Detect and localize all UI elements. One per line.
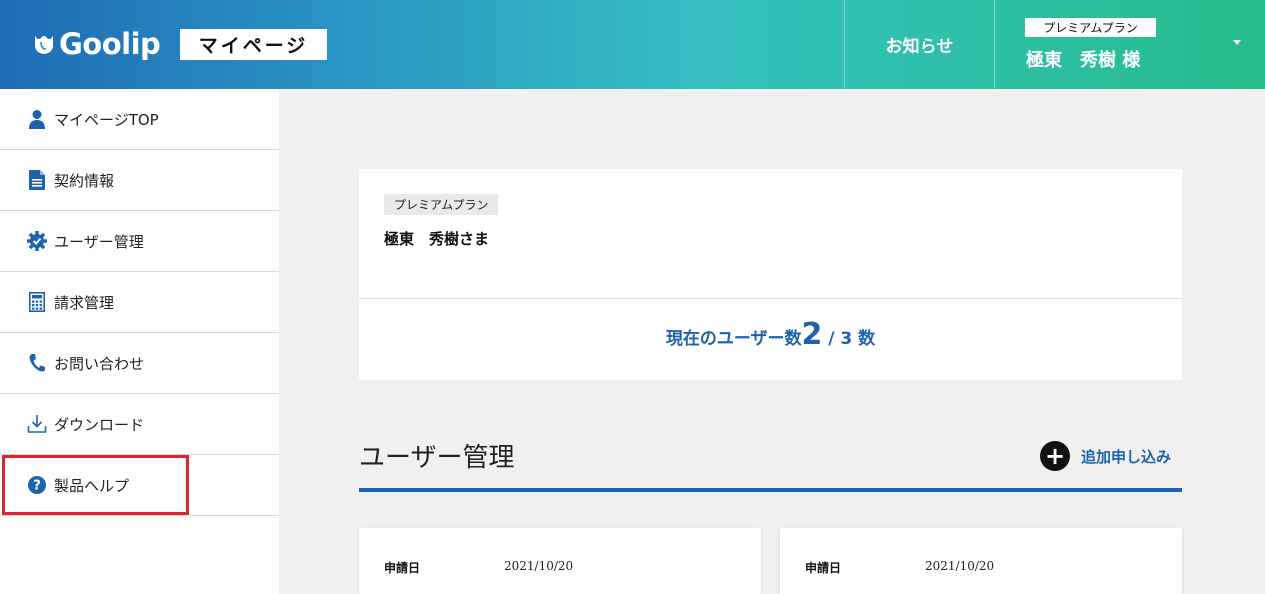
user-menu[interactable]: プレミアムプラン 極東 秀樹 様 [995,0,1265,89]
account-name: 極東 秀樹さま [384,230,490,248]
news-link[interactable]: お知らせ [845,0,994,89]
sidebar-item-label: ユーザー管理 [54,232,144,251]
phone-icon [27,353,47,373]
user-count-current: 2 [801,317,823,352]
sidebar-item-label: お問い合わせ [54,354,145,373]
plan-tag: プレミアムプラン [384,194,499,215]
application-date-label: 申請日 [805,561,842,575]
user-icon [27,109,47,129]
card-divider [359,298,1182,299]
tulip-logo-icon [32,32,56,56]
plus-icon: + [1040,441,1070,471]
sidebar-item-mypage-top[interactable]: マイページTOP [0,89,279,150]
highlight-box [2,455,189,515]
sidebar: マイページTOP 契約情報 ユーザー管理 請求管理 お問い合わせ ダウンロード … [0,89,279,594]
application-date-value: 2021/10/20 [504,559,574,573]
sidebar-item-label: 請求管理 [54,293,115,312]
account-summary-card: プレミアムプラン 極東 秀樹さま 現在のユーザー数2 / 3 数 [359,169,1182,380]
add-application-button[interactable]: + 追加申し込み [1040,441,1171,471]
sidebar-item-label: 契約情報 [54,171,115,190]
section-title: ユーザー管理 [359,443,515,473]
sidebar-item-contract[interactable]: 契約情報 [0,150,279,211]
application-date-value: 2021/10/20 [925,559,995,573]
user-card[interactable]: 申請日 2021/10/20 [359,528,761,594]
sidebar-item-download[interactable]: ダウンロード [0,394,279,455]
user-count-label: 現在のユーザー数 [665,329,802,349]
add-application-label: 追加申し込み [1081,447,1172,466]
sidebar-item-label: マイページTOP [54,110,159,129]
user-count: 現在のユーザー数2 / 3 数 [359,317,1182,352]
document-icon [27,170,47,190]
user-name: 極東 秀樹 様 [1026,50,1141,71]
sidebar-item-user-management[interactable]: ユーザー管理 [0,211,279,272]
sidebar-item-label: ダウンロード [54,415,145,434]
gear-check-icon [27,231,47,251]
download-icon [27,414,47,434]
goolip-logo[interactable]: Goolip [32,26,161,62]
sidebar-item-contact[interactable]: お問い合わせ [0,333,279,394]
top-header: Goolip マイページ お知らせ プレミアムプラン 極東 秀樹 様 [0,0,1265,89]
section-underline [359,488,1182,492]
page-label: マイページ [180,29,327,60]
chevron-down-icon[interactable] [1233,40,1241,45]
plan-badge: プレミアムプラン [1025,18,1156,37]
user-card[interactable]: 申請日 2021/10/20 [780,528,1182,594]
application-date-label: 申請日 [384,561,421,575]
user-count-limit: / 3 数 [822,329,876,349]
logo-text: Goolip [59,27,161,61]
calculator-icon [27,292,47,312]
sidebar-item-billing[interactable]: 請求管理 [0,272,279,333]
